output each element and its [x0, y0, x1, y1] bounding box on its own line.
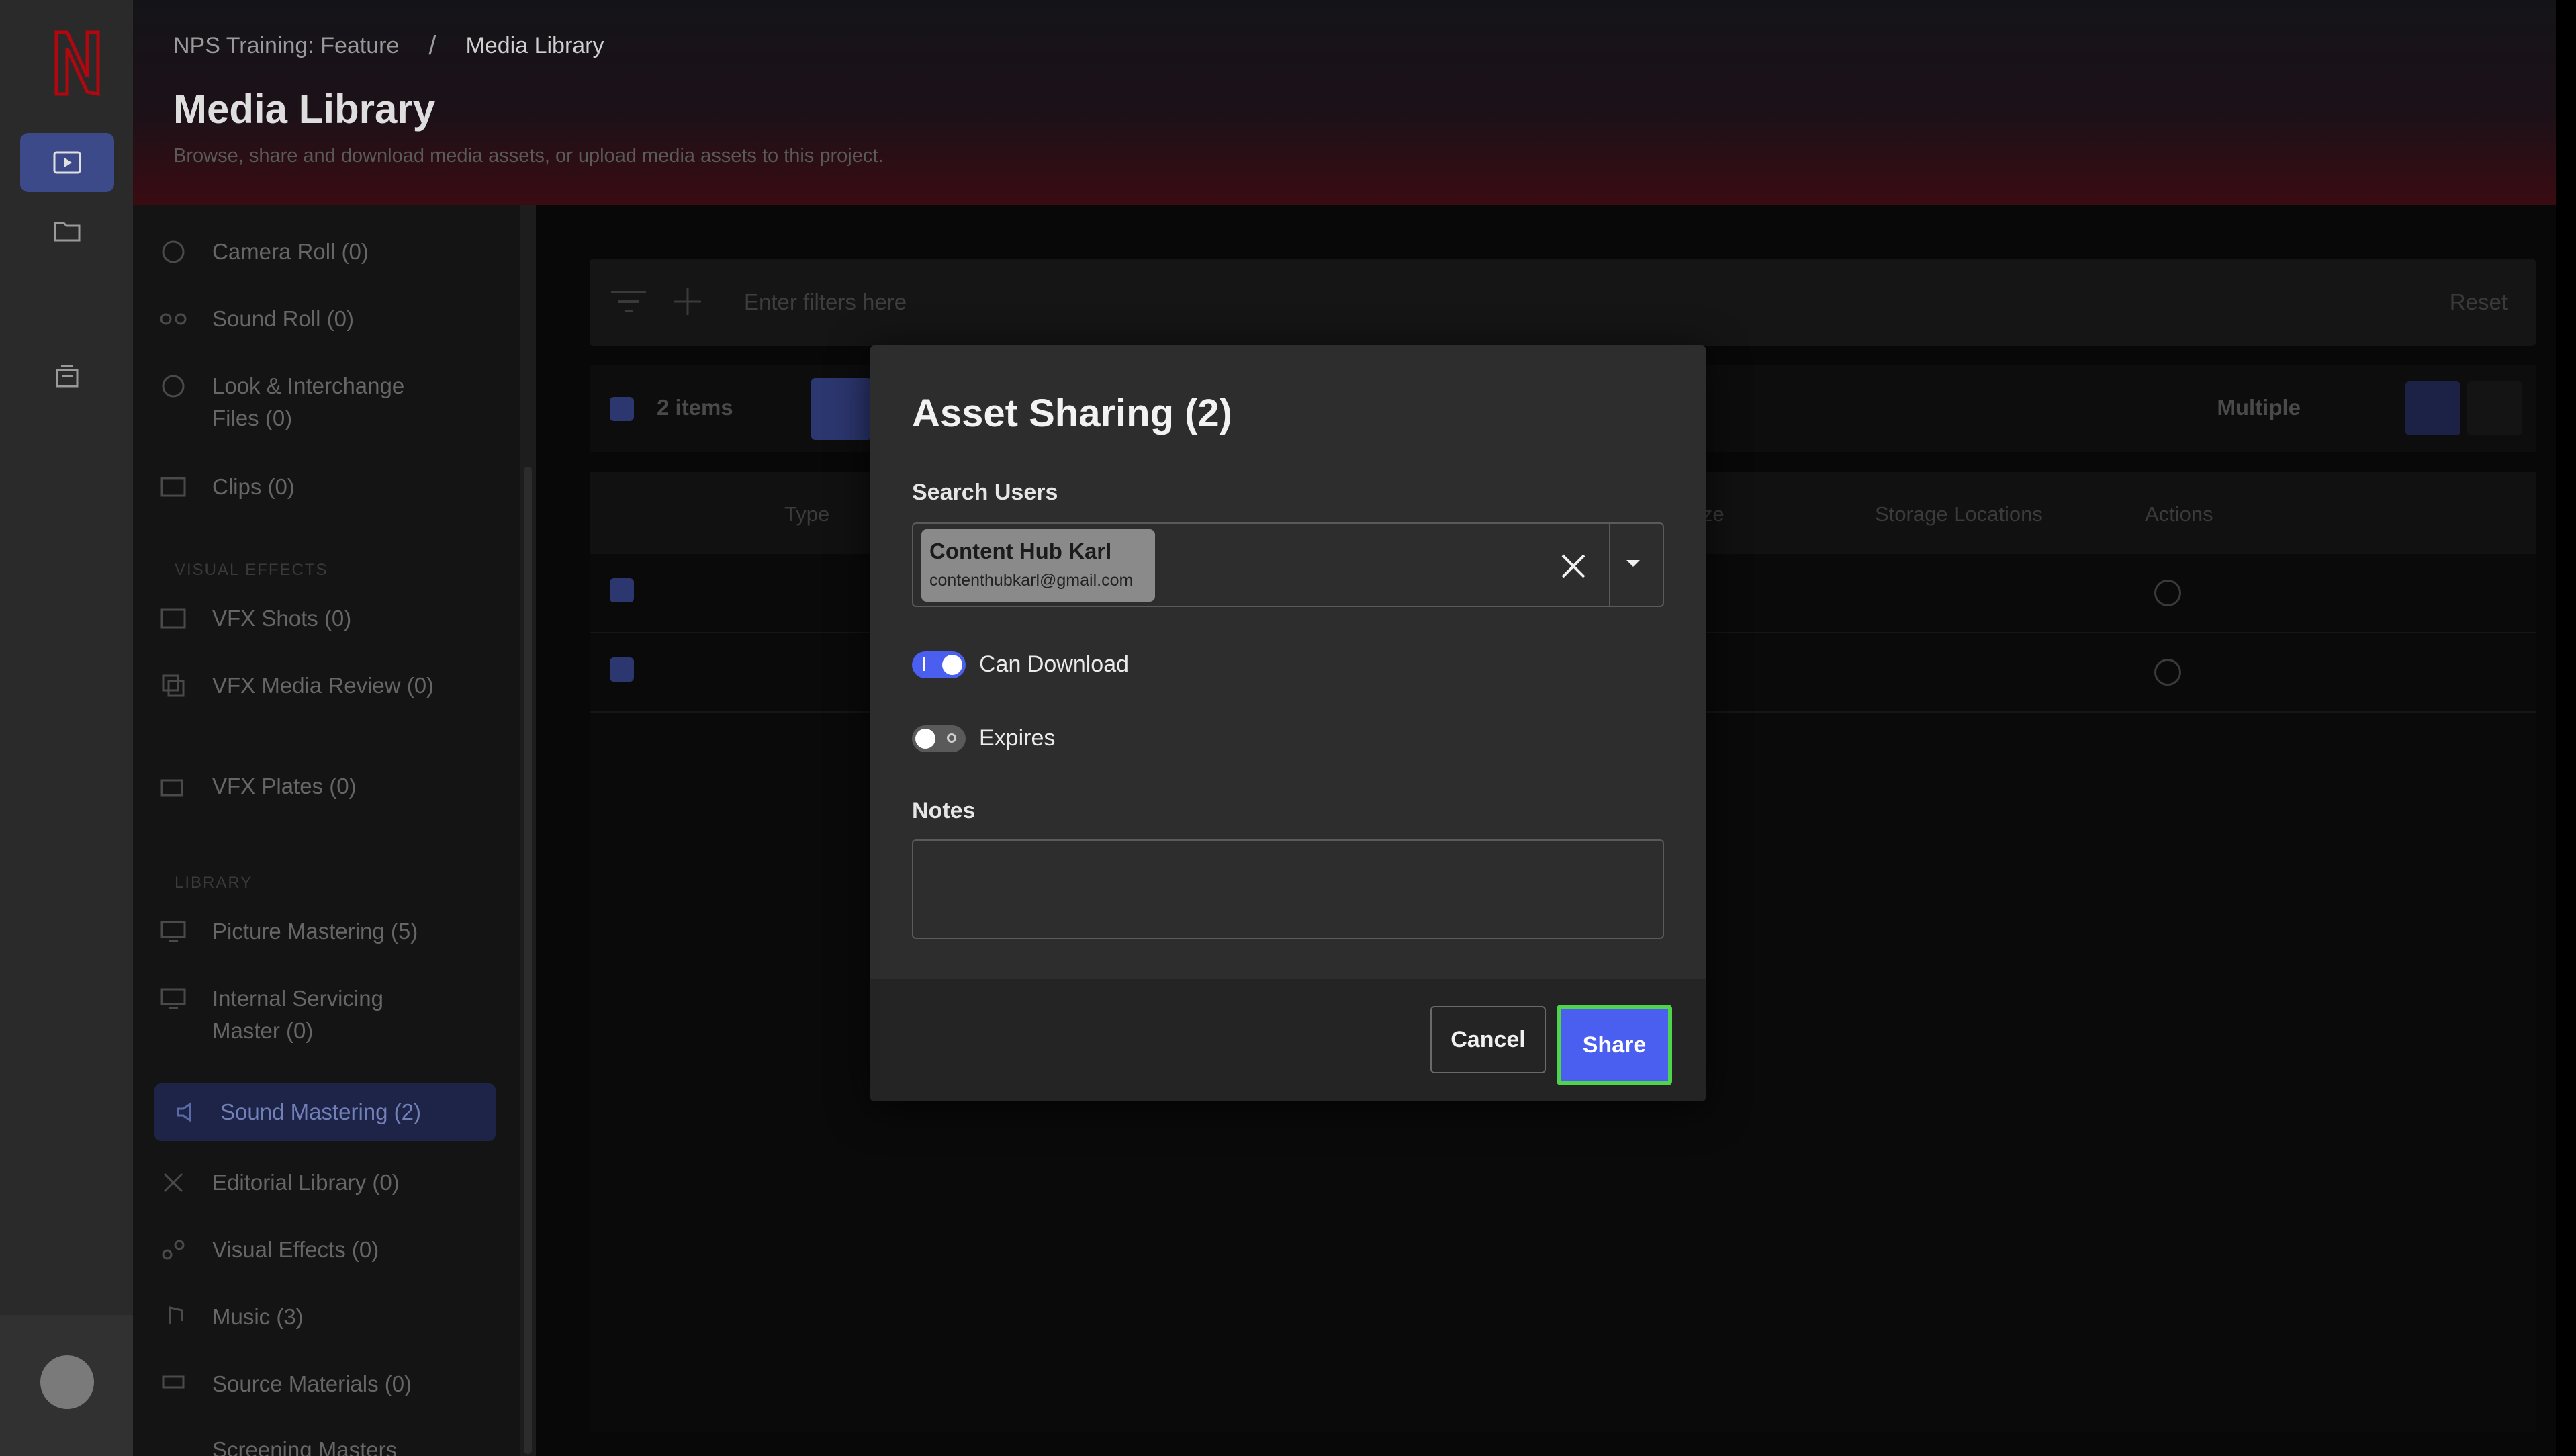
dialog-title: Asset Sharing (2): [912, 392, 1232, 435]
toggle-knob: [915, 729, 935, 749]
selected-user-chip[interactable]: Content Hub Karl contenthubkarl@gmail.co…: [921, 529, 1155, 602]
toggle-knob: [942, 655, 962, 675]
chip-email: contenthubkarl@gmail.com: [929, 571, 1134, 590]
toggle-off-mark: [947, 733, 956, 743]
search-users-label: Search Users: [912, 480, 1058, 505]
expires-label: Expires: [979, 725, 1056, 751]
notes-label: Notes: [912, 798, 976, 823]
dropdown-divider: [1609, 524, 1610, 606]
user-search-input[interactable]: Content Hub Karl contenthubkarl@gmail.co…: [912, 522, 1664, 607]
asset-sharing-dialog: Asset Sharing (2) Search Users Content H…: [870, 345, 1706, 1101]
notes-textarea[interactable]: [912, 839, 1664, 939]
chip-name: Content Hub Karl: [929, 539, 1112, 563]
clear-icon[interactable]: [1557, 549, 1590, 583]
toggle-on-mark: [923, 657, 925, 671]
share-button[interactable]: Share: [1557, 1005, 1672, 1085]
dialog-footer: Cancel Share: [870, 979, 1706, 1101]
expires-toggle[interactable]: [912, 725, 966, 752]
chevron-down-icon[interactable]: [1625, 556, 1641, 572]
app-root: NPS Training: Feature / Media Library Me…: [0, 0, 2576, 1456]
cancel-button[interactable]: Cancel: [1430, 1006, 1546, 1073]
can-download-label: Can Download: [979, 651, 1130, 677]
can-download-toggle[interactable]: [912, 651, 966, 678]
